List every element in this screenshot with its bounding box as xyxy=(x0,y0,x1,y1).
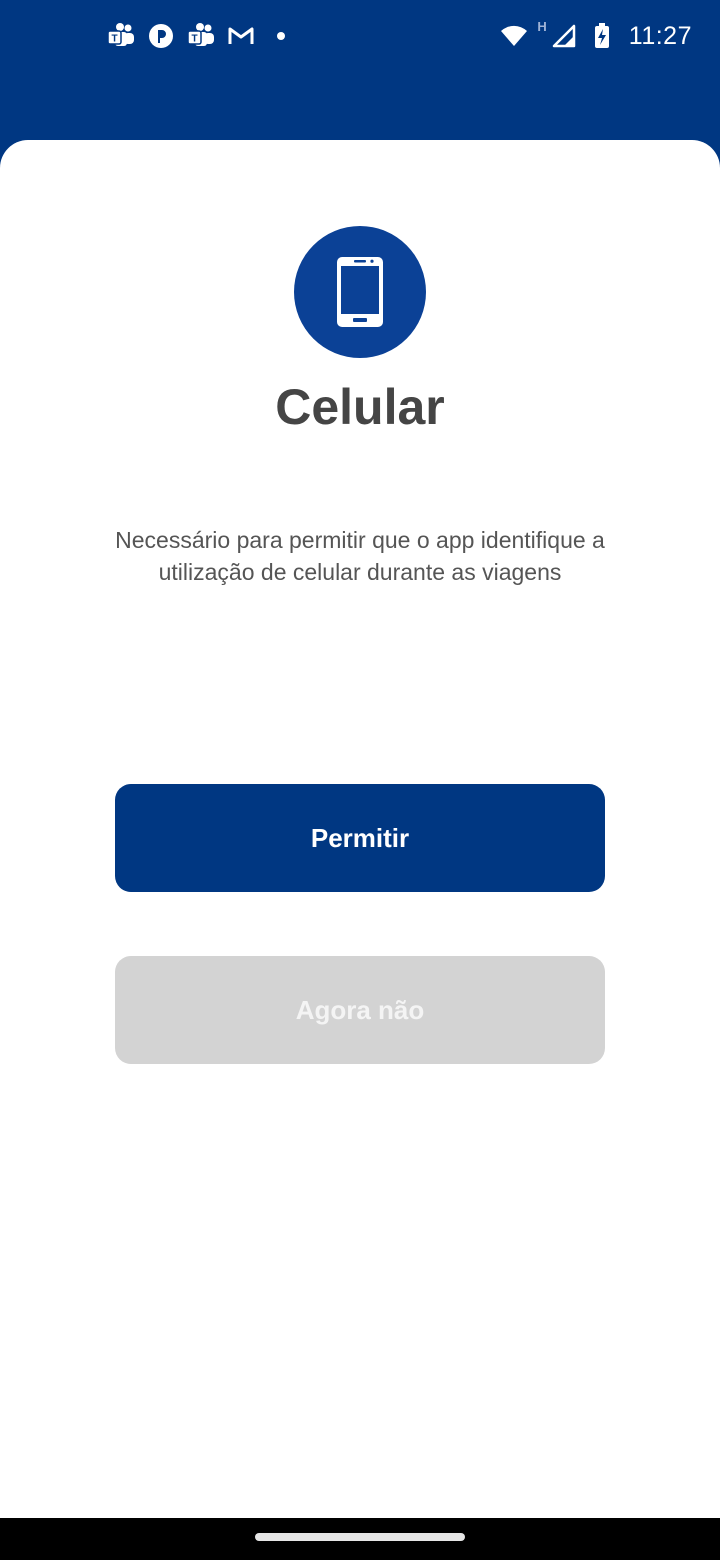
svg-text:T: T xyxy=(191,34,197,45)
status-bar: T T H 11:27 xyxy=(0,0,720,72)
app-p-icon xyxy=(146,21,176,51)
notification-icons: T T xyxy=(106,20,296,52)
permission-sheet: Celular Necessário para permitir que o a… xyxy=(0,140,720,1518)
smartphone-icon xyxy=(294,226,426,358)
network-type-label: H xyxy=(537,18,547,34)
clock: 11:27 xyxy=(628,21,692,50)
permission-description: Necessário para permitir que o app ident… xyxy=(115,527,605,585)
dot-icon xyxy=(266,21,296,51)
system-icons: H 11:27 xyxy=(499,18,692,52)
home-gesture-handle[interactable] xyxy=(255,1533,465,1541)
not-now-button[interactable]: Agora não xyxy=(115,956,605,1064)
navigation-bar xyxy=(0,1518,720,1560)
svg-text:T: T xyxy=(111,34,117,45)
allow-button[interactable]: Permitir xyxy=(115,784,605,892)
gmail-icon xyxy=(226,21,256,51)
wifi-icon xyxy=(499,21,529,51)
signal-icon xyxy=(549,21,579,51)
teams-icon: T xyxy=(106,21,136,51)
battery-charging-icon xyxy=(587,21,617,51)
page-title: Celular xyxy=(275,379,445,435)
teams-icon: T xyxy=(186,21,216,51)
